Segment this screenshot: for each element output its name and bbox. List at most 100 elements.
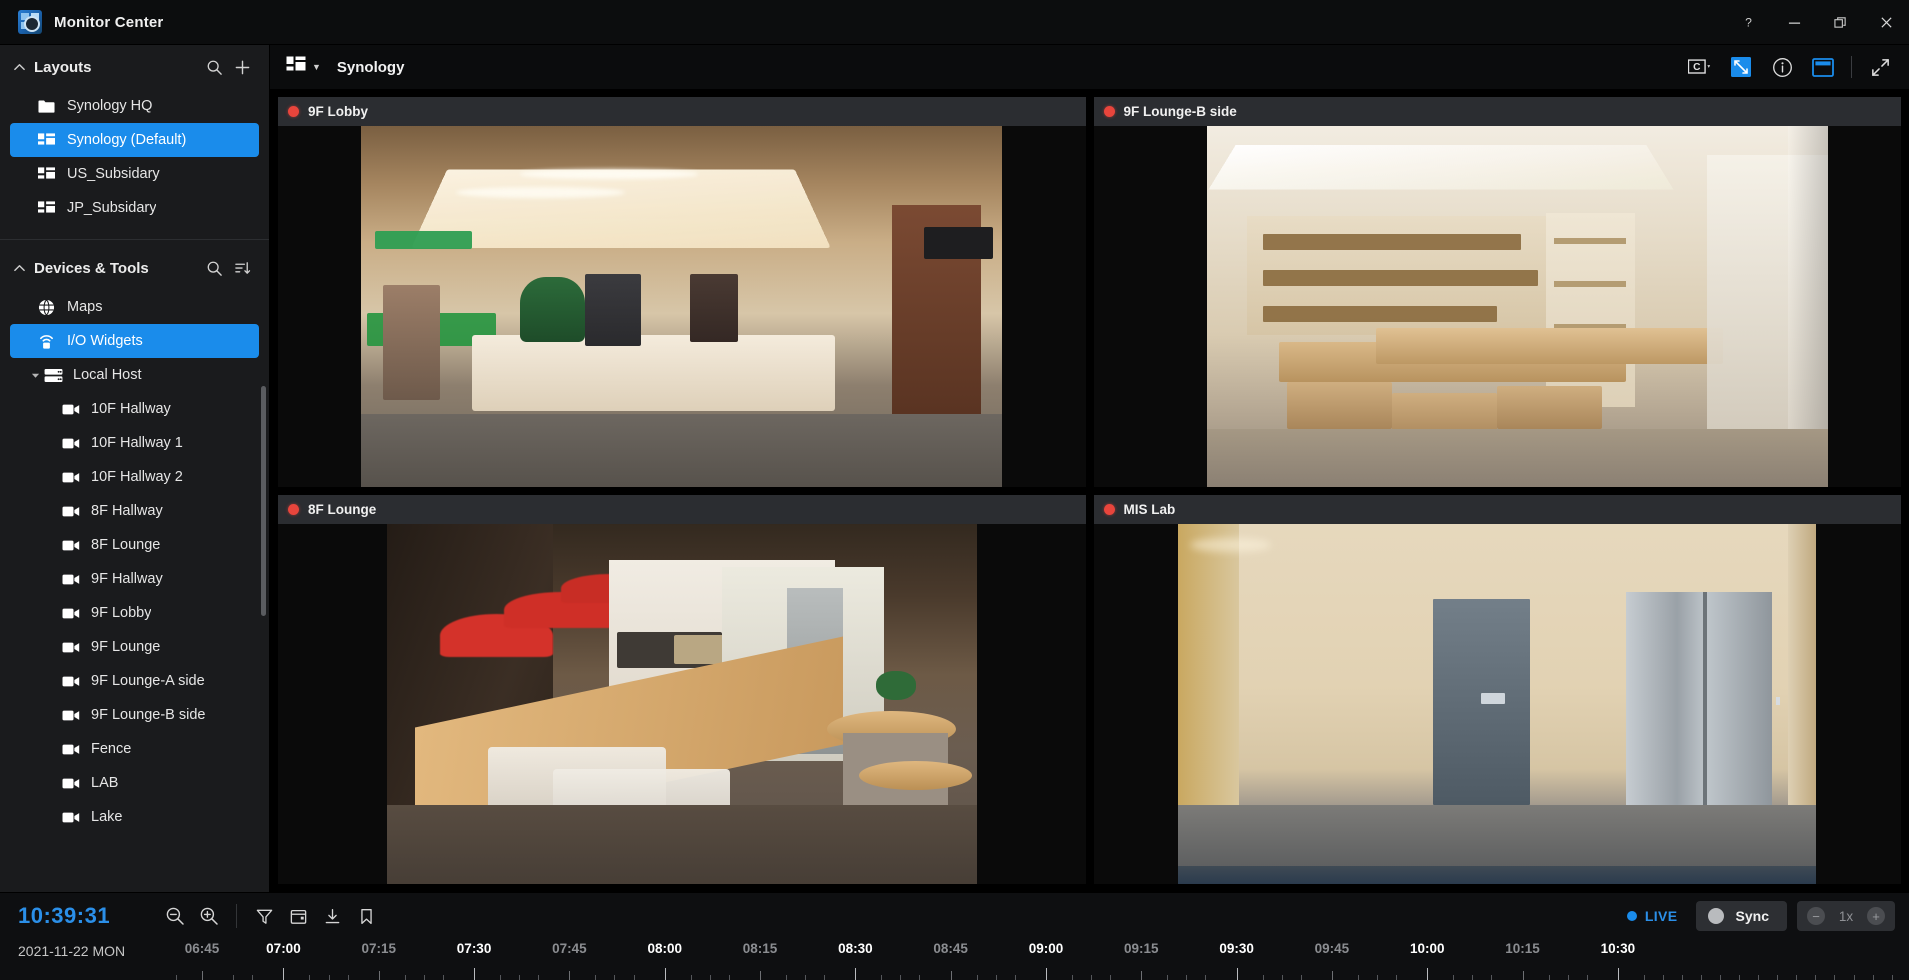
- camera-icon: [62, 743, 84, 756]
- svg-text:C: C: [1693, 62, 1701, 73]
- camera-item-10f-hallway[interactable]: 10F Hallway: [10, 392, 259, 426]
- svg-text:?: ?: [1745, 15, 1752, 29]
- timeline-tick-label: 09:15: [1124, 941, 1159, 956]
- camera-tile-title: 9F Lobby: [308, 104, 368, 119]
- close-button[interactable]: [1863, 0, 1909, 45]
- timeline-tick-mark: [474, 968, 476, 980]
- search-icon[interactable]: [201, 54, 227, 80]
- timeline-minor-tick: [1091, 975, 1093, 980]
- fit-to-window-button[interactable]: [1726, 54, 1756, 80]
- zoom-in-icon[interactable]: [192, 899, 226, 933]
- info-button[interactable]: [1767, 54, 1797, 80]
- camera-tile-title: MIS Lab: [1123, 501, 1176, 517]
- layout-item-synology-hq[interactable]: Synology HQ: [10, 89, 259, 123]
- camera-tile-header: 9F Lobby: [278, 97, 1086, 126]
- camera-tile-mis-lab[interactable]: MIS Lab: [1093, 494, 1901, 884]
- zoom-out-icon[interactable]: [158, 899, 192, 933]
- timeline-tick-mark: [1331, 971, 1333, 980]
- device-item-i-o-widgets[interactable]: I/O Widgets: [10, 324, 259, 358]
- sort-icon[interactable]: [229, 255, 255, 281]
- camera-tile-header: 8F Lounge: [278, 494, 1086, 524]
- camera-tile-9f-lobby[interactable]: 9F Lobby: [278, 97, 1086, 487]
- camera-tile-9f-lounge-b-side[interactable]: 9F Lounge-B side: [1093, 97, 1901, 487]
- layout-item-synology-default[interactable]: Synology (Default): [10, 123, 259, 157]
- timeline-minor-tick: [1472, 975, 1474, 980]
- timeline-tick-label: 08:30: [838, 941, 873, 956]
- device-item-maps[interactable]: Maps: [10, 290, 259, 324]
- camera-video-area[interactable]: [278, 523, 1086, 884]
- sidebar-scrollbar[interactable]: [261, 386, 266, 616]
- camera-video-area[interactable]: [278, 126, 1086, 487]
- layout-item-us-subsidary[interactable]: US_Subsidary: [10, 157, 259, 191]
- maximize-button[interactable]: [1817, 0, 1863, 45]
- calendar-icon[interactable]: [281, 899, 315, 933]
- camera-icon: [62, 675, 84, 688]
- camera-icon: [62, 539, 84, 552]
- chevron-down-icon: ▼: [312, 62, 321, 72]
- camera-tile-header: MIS Lab: [1093, 494, 1901, 524]
- device-item-label: Fence: [91, 741, 132, 757]
- camera-icon: [62, 573, 84, 586]
- camera-icon: [62, 437, 84, 450]
- timeline-minor-tick: [709, 975, 711, 980]
- channel-selector-button[interactable]: C: [1685, 54, 1715, 80]
- main-header: ▼ Synology C: [270, 45, 1909, 89]
- camera-item-9f-lounge-b-side[interactable]: 9F Lounge-B side: [10, 698, 259, 732]
- camera-tile-8f-lounge[interactable]: 8F Lounge: [278, 494, 1086, 884]
- camera-item-9f-lobby[interactable]: 9F Lobby: [10, 596, 259, 630]
- timeline-tick-mark: [760, 971, 762, 980]
- live-label: LIVE: [1644, 908, 1678, 924]
- camera-item-10f-hallway-2[interactable]: 10F Hallway 2: [10, 460, 259, 494]
- layouts-section-header: Layouts: [0, 45, 269, 89]
- chevron-down-icon[interactable]: [28, 371, 42, 380]
- camera-item-10f-hallway-1[interactable]: 10F Hallway 1: [10, 426, 259, 460]
- timeline-minor-tick: [1071, 975, 1073, 980]
- window-body: Layouts Synology HQ Synology (Default) US_…: [0, 45, 1909, 892]
- live-indicator[interactable]: LIVE: [1626, 908, 1678, 924]
- camera-item-fence[interactable]: Fence: [10, 732, 259, 766]
- camera-item-8f-hallway[interactable]: 8F Hallway: [10, 494, 259, 528]
- timeline-minor-tick: [1491, 975, 1493, 980]
- chevron-up-icon[interactable]: [10, 262, 28, 275]
- timeline-tick-label: 10:30: [1600, 941, 1636, 956]
- camera-item-lake[interactable]: Lake: [10, 800, 259, 834]
- bookmark-icon[interactable]: [349, 899, 383, 933]
- camera-item-9f-lounge-a-side[interactable]: 9F Lounge-A side: [10, 664, 259, 698]
- timeline-minor-tick: [519, 975, 521, 980]
- device-item-local-host[interactable]: Local Host: [10, 358, 259, 392]
- camera-item-9f-lounge[interactable]: 9F Lounge: [10, 630, 259, 664]
- chevron-up-icon[interactable]: [10, 61, 28, 74]
- plus-icon[interactable]: [229, 54, 255, 80]
- speed-increase-button[interactable]: +: [1867, 907, 1885, 925]
- server-icon: [44, 368, 66, 383]
- speed-decrease-button[interactable]: −: [1807, 907, 1825, 925]
- panel-toggle-button[interactable]: [1808, 54, 1838, 80]
- filter-icon[interactable]: [247, 899, 281, 933]
- camera-item-9f-hallway[interactable]: 9F Hallway: [10, 562, 259, 596]
- timeline-minor-tick: [881, 975, 883, 980]
- camera-video-area[interactable]: [1093, 126, 1901, 487]
- camera-item-lab[interactable]: LAB: [10, 766, 259, 800]
- sidebar-divider: [0, 239, 269, 240]
- layout-selector[interactable]: ▼: [286, 56, 321, 79]
- fullscreen-button[interactable]: [1865, 54, 1895, 80]
- devices-scroll-area[interactable]: Maps I/O Widgets Local Host 10F Hallway 10F …: [0, 290, 269, 892]
- timeline-ruler[interactable]: 06:45 07:00 07:15 07:30 07:45 08:00 08:15 08:30…: [176, 939, 1909, 980]
- timeline-minor-tick: [805, 975, 807, 980]
- help-button[interactable]: ?: [1725, 0, 1771, 45]
- layout-item-jp-subsidary[interactable]: JP_Subsidary: [10, 191, 259, 225]
- device-item-label: 9F Hallway: [91, 571, 163, 587]
- timeline-minor-tick: [309, 975, 311, 980]
- timeline-minor-tick: [786, 975, 788, 980]
- timeline-tick-label: 10:00: [1409, 941, 1445, 956]
- camera-video-area[interactable]: [1093, 523, 1901, 884]
- camera-item-8f-lounge[interactable]: 8F Lounge: [10, 528, 259, 562]
- search-icon[interactable]: [201, 255, 227, 281]
- device-item-label: 9F Lounge-A side: [91, 673, 205, 689]
- download-icon[interactable]: [315, 899, 349, 933]
- timeline-minor-tick: [1853, 975, 1855, 980]
- window-controls: ?: [1725, 0, 1909, 44]
- timeline-date: 2021-11-22 MON: [18, 943, 126, 959]
- sync-toggle[interactable]: Sync: [1695, 901, 1787, 931]
- minimize-button[interactable]: [1771, 0, 1817, 45]
